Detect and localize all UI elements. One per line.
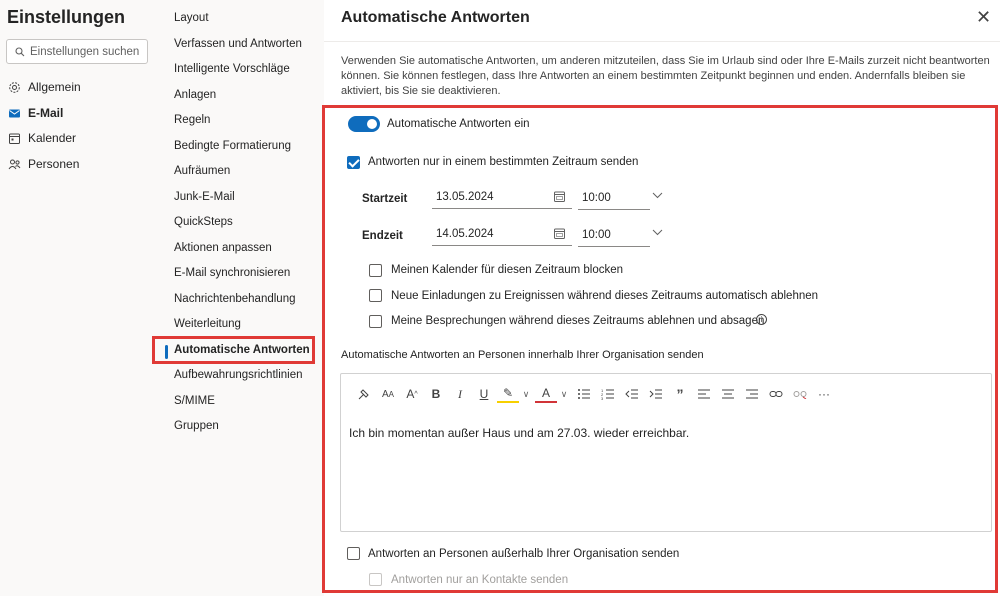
italic-button[interactable]: I [449, 383, 471, 405]
contacts-only-checkbox[interactable] [369, 573, 382, 586]
start-date-value: 13.05.2024 [436, 190, 494, 203]
nav-item-label: Personen [28, 157, 80, 171]
search-icon [15, 46, 25, 56]
link-icon[interactable] [765, 383, 787, 405]
nav-item-personen[interactable]: Personen [8, 157, 79, 171]
gear-icon [9, 81, 20, 93]
subnav-item-verfassen[interactable]: Verfassen und Antworten [174, 38, 302, 50]
align-right-icon[interactable] [741, 383, 763, 405]
email-settings-subnav: Layout Verfassen und Antworten Intellige… [152, 0, 324, 596]
subnav-item-nachrichten[interactable]: Nachrichtenbehandlung [174, 293, 295, 305]
end-date-value: 14.05.2024 [436, 227, 494, 240]
time-range-checkbox[interactable] [347, 156, 360, 169]
font-size-glyph: A [381, 388, 389, 400]
annotation-highlight [152, 336, 315, 364]
decline-meetings-checkbox[interactable] [369, 315, 382, 328]
editor-content[interactable]: Ich bin momentan außer Haus und am 27.03… [349, 426, 689, 440]
decline-invites-checkbox[interactable] [369, 289, 382, 302]
underline-button[interactable]: U [473, 383, 495, 405]
subnav-item-gruppen[interactable]: Gruppen [174, 420, 219, 432]
message-editor[interactable]: AA A ^ B I U ✎ ∨ A ∨ 123 ” ··· Ich bin m… [340, 373, 992, 532]
align-center-icon[interactable] [717, 383, 739, 405]
chevron-down-icon[interactable] [652, 229, 663, 236]
font-color-button[interactable]: A [535, 385, 557, 403]
external-checkbox[interactable] [347, 547, 360, 560]
align-left-icon[interactable] [693, 383, 715, 405]
close-button[interactable]: ✕ [976, 7, 991, 28]
end-label: Endzeit [362, 230, 403, 242]
search-placeholder: Einstellungen suchen [30, 45, 140, 58]
nav-item-email[interactable]: E-Mail [8, 106, 63, 120]
time-range-label: Antworten nur in einem bestimmten Zeitra… [368, 156, 639, 168]
nav-item-kalender[interactable]: Kalender [8, 131, 76, 145]
subnav-item-weiterleitung[interactable]: Weiterleitung [174, 318, 241, 330]
subnav-item-junk[interactable]: Junk-E-Mail [174, 191, 235, 203]
highlight-button[interactable]: ✎ [497, 385, 519, 403]
start-date-field[interactable]: 13.05.2024 [432, 185, 572, 209]
more-options-icon[interactable]: ··· [813, 383, 835, 405]
decline-meetings-label: Meine Besprechungen während dieses Zeitr… [391, 315, 765, 327]
start-time-field[interactable]: 10:00 [578, 186, 650, 210]
settings-search-input[interactable]: Einstellungen suchen [6, 39, 148, 64]
chevron-down-icon[interactable]: ∨ [521, 383, 531, 405]
grow-font-glyph: A [406, 387, 415, 401]
description: Verwenden Sie automatische Antworten, um… [341, 55, 990, 97]
external-label: Antworten an Personen außerhalb Ihrer Or… [368, 548, 680, 560]
subnav-item-layout[interactable]: Layout [174, 12, 209, 24]
subnav-item-aktionen[interactable]: Aktionen anpassen [174, 242, 272, 254]
subnav-item-regeln[interactable]: Regeln [174, 114, 210, 126]
settings-nav: Einstellungen Einstellungen suchen Allge… [0, 0, 160, 596]
svg-text:3: 3 [601, 396, 604, 400]
auto-reply-toggle[interactable] [348, 116, 380, 132]
calendar-icon[interactable] [553, 227, 566, 240]
end-date-field[interactable]: 14.05.2024 [432, 222, 572, 246]
block-calendar-label: Meinen Kalender für diesen Zeitraum bloc… [391, 264, 624, 276]
people-icon [8, 159, 21, 169]
format-painter-icon[interactable] [353, 383, 375, 405]
bold-button[interactable]: B [425, 383, 447, 405]
subnav-item-anlagen[interactable]: Anlagen [174, 89, 216, 101]
nav-item-label: Allgemein [28, 80, 81, 94]
calendar-icon [9, 133, 20, 144]
grow-font-button[interactable]: A ^ [401, 383, 423, 405]
subnav-item-aufraeumen[interactable]: Aufräumen [174, 165, 230, 177]
font-size-small-glyph: A [388, 389, 394, 399]
settings-title: Einstellungen [7, 7, 126, 27]
nav-item-label: Kalender [28, 131, 77, 145]
subnav-item-synchronisieren[interactable]: E-Mail synchronisieren [174, 267, 290, 279]
auto-reply-panel: Automatische Antworten ✕ Verwenden Sie a… [322, 0, 1000, 596]
end-time-field[interactable]: 10:00 [578, 223, 650, 247]
mail-icon [9, 109, 20, 117]
subnav-item-vorschlaege[interactable]: Intelligente Vorschläge [174, 63, 290, 75]
calendar-icon[interactable] [553, 190, 566, 203]
subnav-item-smime[interactable]: S/MIME [174, 395, 215, 407]
subnav-item-aufbewahrung[interactable]: Aufbewahrungsrichtlinien [174, 369, 303, 381]
font-size-button[interactable]: AA [377, 383, 399, 405]
block-calendar-checkbox[interactable] [369, 264, 382, 277]
chevron-down-icon[interactable] [652, 192, 663, 199]
unlink-icon[interactable] [789, 383, 811, 405]
start-time-value: 10:00 [582, 191, 611, 204]
start-label: Startzeit [362, 193, 408, 205]
nav-item-allgemein[interactable]: Allgemein [8, 80, 81, 94]
divider [324, 41, 1000, 42]
decline-invites-label: Neue Einladungen zu Ereignissen während … [391, 290, 819, 302]
quote-icon[interactable]: ” [669, 383, 691, 405]
contacts-only-label: Antworten nur an Kontakte senden [391, 574, 569, 586]
internal-heading: Automatische Antworten an Personen inner… [341, 349, 704, 361]
end-time-value: 10:00 [582, 228, 611, 241]
bullet-list-icon[interactable] [573, 383, 595, 405]
increase-indent-icon[interactable] [645, 383, 667, 405]
info-icon[interactable]: i [756, 314, 767, 325]
toggle-label: Automatische Antworten ein [387, 118, 530, 130]
chevron-down-icon[interactable]: ∨ [559, 383, 569, 405]
subnav-item-formatierung[interactable]: Bedingte Formatierung [174, 140, 291, 152]
subnav-item-quicksteps[interactable]: QuickSteps [174, 216, 233, 228]
page-title: Automatische Antworten [341, 9, 530, 26]
numbered-list-icon[interactable]: 123 [597, 383, 619, 405]
nav-item-label: E-Mail [28, 106, 64, 120]
formatting-toolbar: AA A ^ B I U ✎ ∨ A ∨ 123 ” ··· [341, 374, 991, 414]
decrease-indent-icon[interactable] [621, 383, 643, 405]
